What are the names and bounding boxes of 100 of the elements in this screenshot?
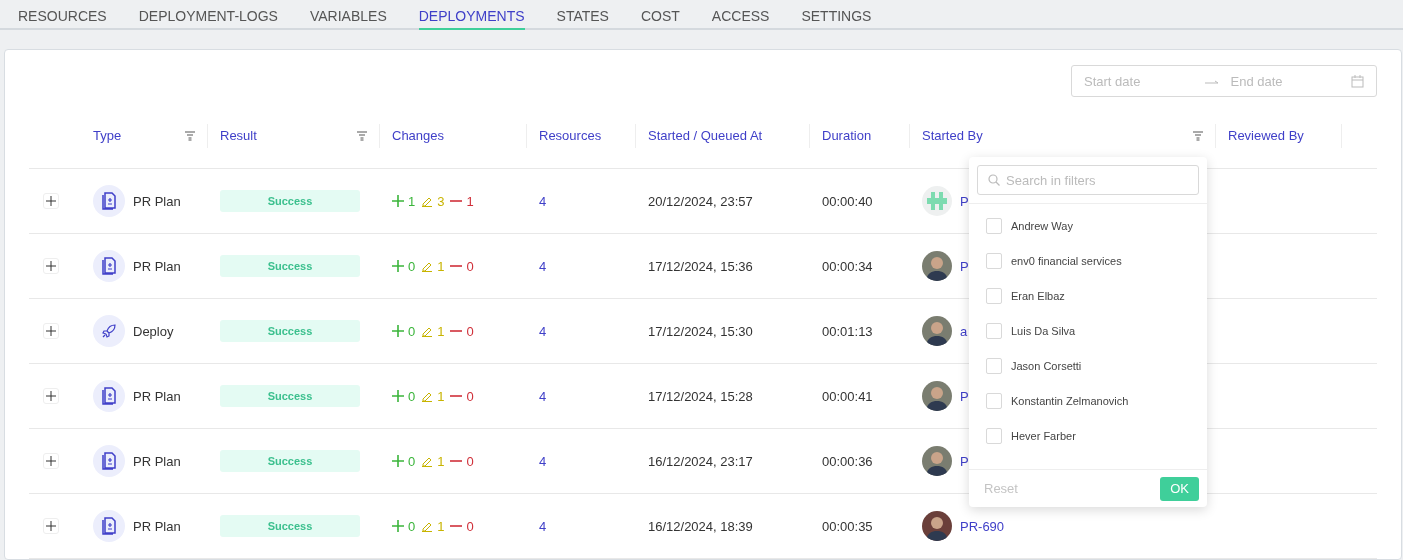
- checkbox[interactable]: [986, 322, 1002, 339]
- plus-icon: [46, 456, 56, 466]
- option-label[interactable]: Andrew Way: [1011, 219, 1073, 232]
- modified-count: 1: [437, 453, 445, 469]
- checkbox[interactable]: [986, 357, 1002, 374]
- modified-count: 1: [437, 518, 445, 534]
- type-label: PR Plan: [133, 258, 181, 274]
- plus-icon: [46, 326, 56, 336]
- started-at: 17/12/2024, 15:36: [648, 258, 753, 274]
- started-by-link[interactable]: a: [960, 323, 968, 339]
- plus-icon: [392, 390, 404, 402]
- filter-icon[interactable]: [1193, 130, 1203, 141]
- expand-button[interactable]: [43, 258, 59, 274]
- added-count: 0: [408, 518, 416, 534]
- pencil-icon: [421, 455, 434, 467]
- tab[interactable]: SETTINGS: [801, 0, 872, 30]
- resources-link[interactable]: 4: [539, 258, 547, 274]
- duration: 00:00:34: [822, 258, 873, 274]
- modified-count: 1: [437, 258, 445, 274]
- started-by-link[interactable]: P: [960, 388, 969, 404]
- tab[interactable]: COST: [640, 0, 680, 30]
- added-count: 0: [408, 453, 416, 469]
- modified-count: 3: [437, 193, 445, 209]
- column-header[interactable]: Resources: [527, 123, 636, 148]
- resources-link[interactable]: 4: [539, 323, 547, 339]
- option-label[interactable]: Konstantin Zelmanovich: [1011, 394, 1129, 407]
- started-by-link[interactable]: P: [960, 453, 969, 469]
- filter-icon[interactable]: [357, 130, 367, 141]
- resources-link[interactable]: 4: [539, 453, 547, 469]
- column-header[interactable]: Changes: [380, 123, 527, 148]
- plus-icon: [46, 196, 56, 206]
- option-label[interactable]: Luis Da Silva: [1011, 324, 1076, 337]
- resources-link[interactable]: 4: [539, 518, 547, 534]
- option-label[interactable]: Eran Elbaz: [1011, 289, 1065, 302]
- status-badge: Success: [220, 385, 360, 407]
- expand-button[interactable]: [43, 388, 59, 404]
- removed-count: 0: [466, 258, 474, 274]
- option-label[interactable]: env0 financial services: [1011, 254, 1122, 267]
- expand-button[interactable]: [43, 323, 59, 339]
- added-count: 0: [408, 323, 416, 339]
- expand-button[interactable]: [43, 193, 59, 209]
- status-badge: Success: [220, 255, 360, 277]
- document-icon: [101, 517, 117, 535]
- resources-link[interactable]: 4: [539, 193, 547, 209]
- type-label: PR Plan: [133, 453, 181, 469]
- option-label[interactable]: Jason Corsetti: [1011, 359, 1082, 372]
- checkbox[interactable]: [986, 392, 1002, 409]
- started-by-link[interactable]: PR-690: [960, 518, 1005, 534]
- column-header[interactable]: Duration: [810, 123, 910, 148]
- type-label: PR Plan: [133, 388, 181, 404]
- column-header[interactable]: Type: [81, 123, 208, 148]
- added-count: 0: [408, 258, 416, 274]
- avatar: [922, 251, 952, 281]
- tab[interactable]: RESOURCES: [18, 0, 107, 30]
- status-badge: Success: [220, 450, 360, 472]
- resources-link[interactable]: 4: [539, 388, 547, 404]
- status-badge: Success: [220, 515, 360, 537]
- expand-button[interactable]: [43, 518, 59, 534]
- tab[interactable]: DEPLOYMENT-LOGS: [138, 0, 278, 30]
- rocket-icon: [101, 323, 117, 339]
- avatar: [922, 381, 952, 411]
- type-label: Deploy: [133, 323, 174, 339]
- plus-icon: [392, 325, 404, 337]
- option-label[interactable]: Hever Farber: [1011, 429, 1076, 442]
- pencil-icon: [421, 325, 434, 337]
- added-count: 1: [408, 193, 416, 209]
- expand-button[interactable]: [43, 453, 59, 469]
- started-by-link[interactable]: P: [960, 193, 969, 209]
- checkbox[interactable]: [986, 217, 1002, 234]
- pencil-icon: [421, 390, 434, 402]
- plus-icon: [46, 261, 56, 271]
- tab[interactable]: DEPLOYMENTS: [418, 0, 525, 30]
- column-header[interactable]: Reviewed By: [1216, 123, 1342, 148]
- filter-icon[interactable]: [185, 130, 195, 141]
- document-icon: [101, 192, 117, 210]
- column-header[interactable]: Started By: [910, 123, 1216, 148]
- duration: 00:01:13: [822, 323, 873, 339]
- removed-count: 1: [466, 193, 474, 209]
- removed-count: 0: [466, 453, 474, 469]
- type-label: PR Plan: [133, 518, 181, 534]
- removed-count: 0: [466, 323, 474, 339]
- duration: 00:00:40: [822, 193, 873, 209]
- tab[interactable]: STATES: [556, 0, 609, 30]
- column-header[interactable]: Result: [208, 123, 380, 148]
- document-icon: [101, 257, 117, 275]
- checkbox[interactable]: [986, 427, 1002, 444]
- started-at: 17/12/2024, 15:28: [648, 388, 753, 404]
- tab[interactable]: ACCESS: [711, 0, 770, 30]
- plus-icon: [46, 521, 56, 531]
- type-label: PR Plan: [133, 193, 181, 209]
- arrow-icon: [1204, 78, 1219, 84]
- started-by-link[interactable]: P: [960, 258, 969, 274]
- tab[interactable]: VARIABLES: [309, 0, 387, 30]
- checkbox[interactable]: [986, 252, 1002, 269]
- column-header[interactable]: Started / Queued At: [636, 123, 810, 148]
- modified-count: 1: [437, 323, 445, 339]
- checkbox[interactable]: [986, 287, 1002, 304]
- started-at: 20/12/2024, 23:57: [648, 193, 753, 209]
- removed-count: 0: [466, 388, 474, 404]
- plus-icon: [392, 455, 404, 467]
